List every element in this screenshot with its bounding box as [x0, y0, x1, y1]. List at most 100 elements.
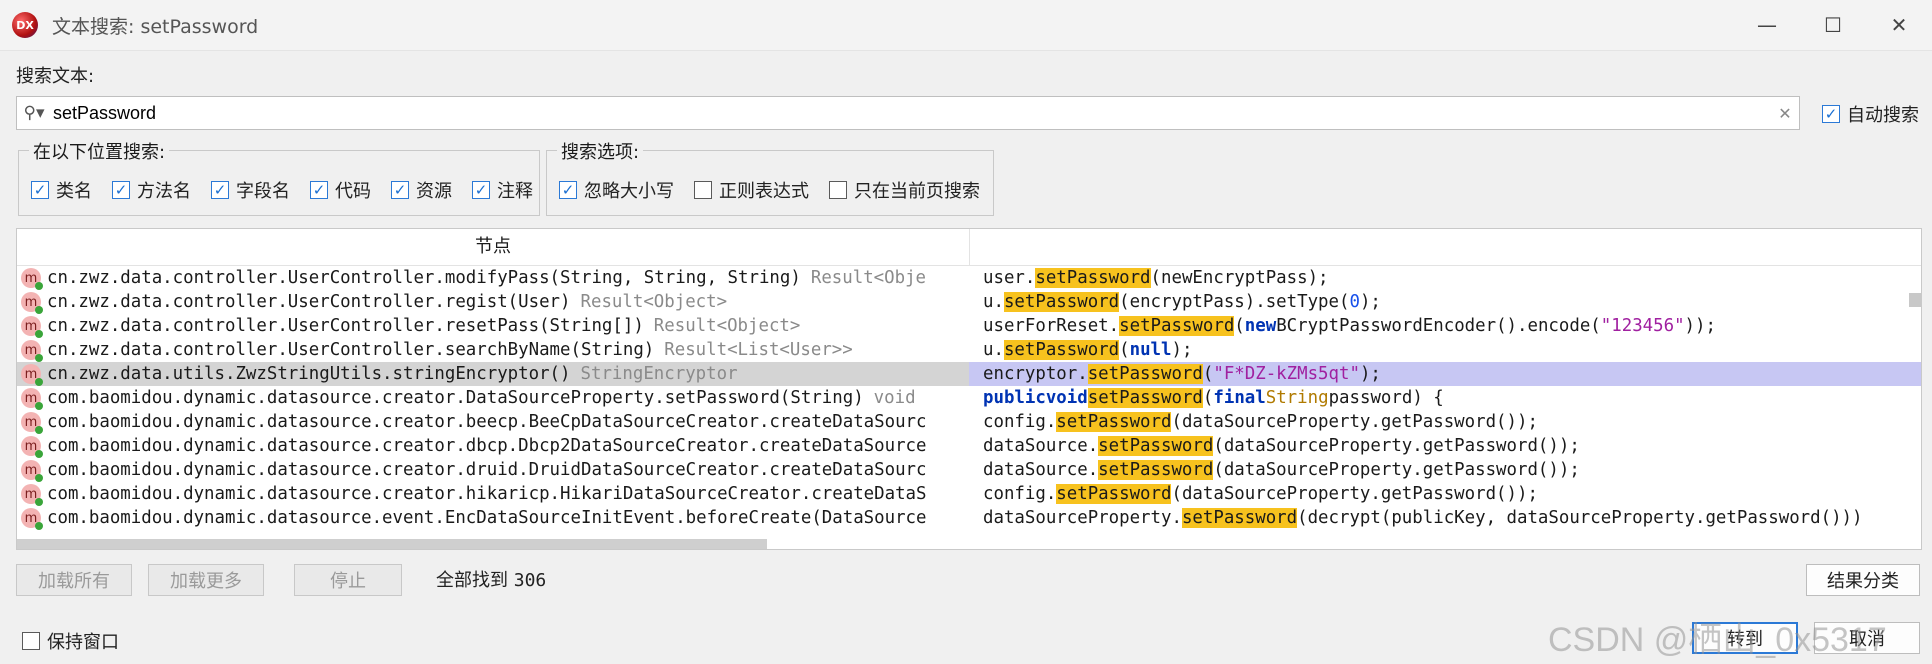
location-resource-checkbox[interactable]: ✓ 资源	[391, 177, 452, 203]
group-results-button[interactable]: 结果分类	[1806, 564, 1920, 596]
regex-checkbox[interactable]: 正则表达式	[694, 177, 809, 203]
search-text-label: 搜索文本:	[16, 66, 95, 87]
code-snippet: dataSourceProperty. setPassword (decrypt(p…	[983, 508, 1863, 528]
location-code-checkbox[interactable]: ✓ 代码	[310, 177, 371, 203]
checkbox-label: 方法名	[137, 181, 191, 202]
checkbox-label: 忽略大小写	[584, 181, 674, 202]
node-text: com.baomidou.dynamic.datasource.creator.…	[47, 388, 864, 408]
checkbox-checked-icon[interactable]: ✓	[559, 181, 577, 199]
search-icon[interactable]: ⚲▾	[17, 103, 51, 123]
load-more-button[interactable]: 加载更多	[148, 564, 264, 596]
node-text: com.baomidou.dynamic.datasource.creator.…	[47, 460, 927, 480]
checkbox-label: 代码	[335, 181, 371, 202]
close-icon[interactable]: ✕	[1866, 0, 1932, 50]
ignore-case-checkbox[interactable]: ✓ 忽略大小写	[559, 177, 674, 203]
search-options-group: 搜索选项: ✓ 忽略大小写 正则表达式 只在当前页搜索	[546, 138, 994, 216]
return-type: Result<Object>	[653, 316, 801, 336]
title-bar: DX 文本搜索: setPassword — ☐ ✕	[0, 0, 1932, 51]
table-row[interactable]: m cn.zwz.data.controller.UserController.s…	[17, 338, 1921, 362]
table-row[interactable]: m cn.zwz.data.controller.UserController.r…	[17, 314, 1921, 338]
maximize-icon[interactable]: ☐	[1800, 0, 1866, 50]
table-row[interactable]: m com.baomidou.dynamic.datasource.creator…	[17, 434, 1921, 458]
code-snippet: config. setPassword (dataSourceProperty.ge…	[983, 484, 1538, 504]
checkbox-checked-icon[interactable]: ✓	[1822, 105, 1840, 123]
current-page-checkbox[interactable]: 只在当前页搜索	[829, 177, 980, 203]
location-method-checkbox[interactable]: ✓ 方法名	[112, 177, 191, 203]
found-count: 306	[513, 570, 547, 591]
location-class-checkbox[interactable]: ✓ 类名	[31, 177, 92, 203]
code-snippet: user. setPassword (newEncryptPass);	[983, 268, 1329, 288]
node-text: cn.zwz.data.controller.UserController.re…	[47, 292, 571, 312]
column-header-node[interactable]: 节点	[17, 229, 970, 265]
checkbox-checked-icon[interactable]: ✓	[112, 181, 130, 199]
code-snippet: dataSource. setPassword (dataSourcePropert…	[983, 436, 1580, 456]
checkbox-checked-icon[interactable]: ✓	[211, 181, 229, 199]
node-text: cn.zwz.data.controller.UserController.re…	[47, 316, 644, 336]
checkbox-unchecked-icon[interactable]	[22, 632, 40, 650]
search-input-box[interactable]: ⚲▾ ✕	[16, 96, 1800, 130]
table-row[interactable]: m cn.zwz.data.controller.UserController.r…	[17, 290, 1921, 314]
table-row[interactable]: m com.baomidou.dynamic.datasource.creator…	[17, 482, 1921, 506]
table-row[interactable]: m com.baomidou.dynamic.datasource.creator…	[17, 410, 1921, 434]
checkbox-label: 注释	[497, 181, 533, 202]
keep-window-checkbox[interactable]: 保持窗口	[22, 628, 119, 654]
table-row[interactable]: m com.baomidou.dynamic.datasource.event.E…	[17, 506, 1921, 530]
table-row[interactable]: m cn.zwz.data.controller.UserController.m…	[17, 266, 1921, 290]
return-type: Result<Obje	[810, 268, 927, 288]
checkbox-unchecked-icon[interactable]	[694, 181, 712, 199]
code-snippet: u. setPassword (encryptPass).setType(0);	[983, 292, 1381, 312]
search-location-title: 在以下位置搜索:	[29, 138, 170, 164]
code-snippet: dataSource. setPassword (dataSourcePropert…	[983, 460, 1580, 480]
method-icon: m	[21, 292, 43, 314]
checkbox-checked-icon[interactable]: ✓	[31, 181, 49, 199]
keep-window-label: 保持窗口	[47, 632, 119, 653]
column-header-code[interactable]	[970, 229, 1921, 265]
node-text: cn.zwz.data.controller.UserController.mo…	[47, 268, 801, 288]
checkbox-unchecked-icon[interactable]	[829, 181, 847, 199]
method-icon: m	[21, 484, 43, 506]
load-all-button[interactable]: 加载所有	[16, 564, 132, 596]
search-options-title: 搜索选项:	[557, 138, 644, 164]
table-row-selected[interactable]: m cn.zwz.data.utils.ZwzStringUtils.string…	[17, 362, 1921, 386]
node-text: com.baomidou.dynamic.datasource.event.En…	[47, 508, 927, 528]
node-text: cn.zwz.data.utils.ZwzStringUtils.stringE…	[47, 364, 571, 384]
results-count: 全部找到 306	[436, 566, 546, 592]
node-text: com.baomidou.dynamic.datasource.creator.…	[47, 484, 927, 504]
vertical-scrollbar[interactable]	[1909, 293, 1921, 307]
minimize-icon[interactable]: —	[1734, 0, 1800, 50]
method-icon: m	[21, 364, 43, 386]
method-icon: m	[21, 436, 43, 458]
checkbox-label: 正则表达式	[719, 181, 809, 202]
checkbox-label: 类名	[56, 181, 92, 202]
return-type: StringEncryptor	[580, 364, 738, 384]
code-snippet: u. setPassword(null);	[983, 340, 1193, 360]
return-type: void	[873, 388, 916, 408]
auto-search-checkbox[interactable]: ✓ 自动搜索	[1822, 101, 1919, 127]
method-icon: m	[21, 412, 43, 434]
horizontal-scrollbar[interactable]	[17, 539, 767, 549]
location-comment-checkbox[interactable]: ✓ 注释	[472, 177, 533, 203]
window-title: 文本搜索: setPassword	[52, 15, 259, 38]
code-snippet: public void setPassword(final String pas…	[983, 388, 1444, 408]
auto-search-label: 自动搜索	[1847, 105, 1919, 126]
method-icon: m	[21, 316, 43, 338]
location-field-checkbox[interactable]: ✓ 字段名	[211, 177, 290, 203]
method-icon: m	[21, 340, 43, 362]
node-text: com.baomidou.dynamic.datasource.creator.…	[47, 436, 927, 456]
code-snippet: encryptor. setPassword("F*DZ-kZMs5qt");	[969, 362, 1921, 386]
node-text: com.baomidou.dynamic.datasource.creator.…	[47, 412, 927, 432]
table-row[interactable]: m com.baomidou.dynamic.datasource.creator…	[17, 458, 1921, 482]
code-snippet: config. setPassword (dataSourceProperty.ge…	[983, 412, 1538, 432]
method-icon: m	[21, 388, 43, 410]
code-snippet: userForReset. setPassword(new BCryptPassw…	[983, 316, 1716, 336]
checkbox-checked-icon[interactable]: ✓	[391, 181, 409, 199]
return-type: Result<List<User>>	[664, 340, 853, 360]
jadx-logo-icon: DX	[12, 12, 38, 38]
table-row[interactable]: m com.baomidou.dynamic.datasource.creator…	[17, 386, 1921, 410]
clear-icon[interactable]: ✕	[1771, 104, 1799, 123]
return-type: Result<Object>	[580, 292, 728, 312]
checkbox-checked-icon[interactable]: ✓	[310, 181, 328, 199]
search-input[interactable]	[51, 101, 1771, 125]
checkbox-checked-icon[interactable]: ✓	[472, 181, 490, 199]
stop-button[interactable]: 停止	[294, 564, 402, 596]
